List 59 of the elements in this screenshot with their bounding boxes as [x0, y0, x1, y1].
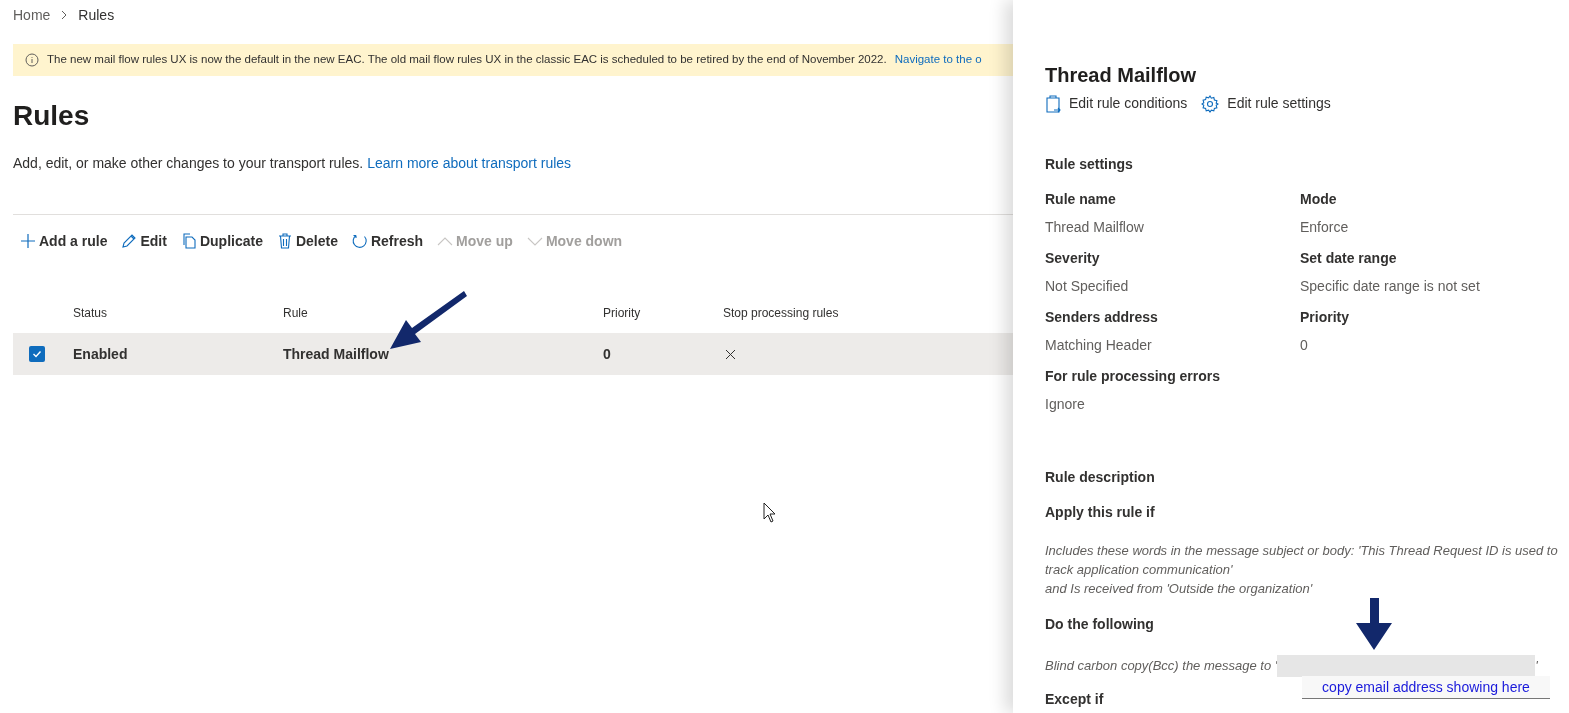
- field-label: Severity: [1045, 249, 1101, 268]
- learn-more-link[interactable]: Learn more about transport rules: [367, 153, 572, 174]
- subsection-heading: Apply this rule if: [1045, 503, 1156, 522]
- table-cell: 0: [603, 345, 611, 362]
- settings-icon: [1201, 94, 1220, 113]
- panel-action-button[interactable]: Edit rule settings: [1201, 93, 1331, 114]
- toolbar-button[interactable]: Delete: [276, 230, 338, 252]
- arrow-annotation: [1356, 598, 1392, 650]
- panel-action-button[interactable]: Edit rule conditions: [1045, 93, 1188, 114]
- field-label: Rule name: [1045, 190, 1117, 209]
- table-cell: Thread Mailflow: [283, 345, 389, 362]
- breadcrumb-link[interactable]: Home: [13, 4, 51, 26]
- description-text: Add, edit, or make other changes to your transport rules.: [13, 154, 364, 173]
- cursor-icon: [763, 502, 776, 523]
- toolbar-button[interactable]: Duplicate: [180, 230, 263, 252]
- column-header[interactable]: Priority: [603, 306, 641, 320]
- field-label: Mode: [1300, 190, 1338, 209]
- subsection-heading: Except if: [1045, 691, 1104, 707]
- field-value: Matching Header: [1045, 336, 1153, 355]
- row-checkbox[interactable]: [29, 346, 45, 362]
- action-text: Blind carbon copy(Bcc) the message to ': [1045, 657, 1278, 676]
- column-header[interactable]: Stop processing rules: [723, 306, 839, 320]
- info-icon: [25, 53, 39, 67]
- field-label: Set date range: [1300, 249, 1398, 268]
- trash-icon: [276, 233, 293, 249]
- section-heading: Rule settings: [1045, 155, 1134, 174]
- field-value: Ignore: [1045, 395, 1086, 414]
- section-heading: Rule description: [1045, 468, 1156, 487]
- toolbar-button[interactable]: Edit: [121, 230, 167, 252]
- banner-text: The new mail flow rules UX is now the default in the new EAC. The old mail flow rules UX in the classic EAC is scheduled to be retired by the end of November 2022.: [47, 52, 887, 68]
- field-value: Specific date range is not set: [1300, 277, 1481, 296]
- banner-link[interactable]: Navigate to the o: [894, 51, 982, 69]
- field-value: Enforce: [1300, 218, 1350, 237]
- field-value: 0: [1300, 336, 1309, 355]
- checkmark-icon: [32, 349, 42, 359]
- table-cell-text: Enabled: [73, 344, 128, 364]
- column-header[interactable]: Rule: [283, 306, 308, 320]
- refresh-icon: [351, 233, 368, 249]
- condition-text: and Is received from 'Outside the organization': [1045, 580, 1314, 598]
- field-value: Thread Mailflow: [1045, 218, 1145, 237]
- toolbar-button[interactable]: Add a rule: [20, 230, 108, 252]
- copy-icon: [180, 233, 197, 249]
- pencil-icon: [121, 233, 138, 249]
- breadcrumb-link[interactable]: Rules: [78, 4, 115, 26]
- page-title: Rules: [13, 99, 91, 133]
- plus-icon: [20, 233, 36, 249]
- subsection-heading: Do the following: [1045, 615, 1155, 634]
- chevron-right-icon: [60, 10, 69, 20]
- action-text: ': [1535, 657, 1538, 676]
- table-row[interactable]: Enabled Thread Mailflow 0: [13, 333, 1013, 375]
- toolbar-button[interactable]: Refresh: [351, 230, 424, 252]
- field-label: Senders address: [1045, 308, 1159, 327]
- field-label: Priority: [1300, 308, 1350, 327]
- column-header[interactable]: Status: [73, 306, 108, 320]
- field-label: For rule processing errors: [1045, 367, 1222, 386]
- callout-text: copy email address showing here: [1322, 677, 1530, 697]
- clipboard-icon: [1045, 94, 1061, 113]
- field-value: Not Specified: [1045, 277, 1130, 296]
- panel-title: Thread Mailflow: [1045, 63, 1198, 88]
